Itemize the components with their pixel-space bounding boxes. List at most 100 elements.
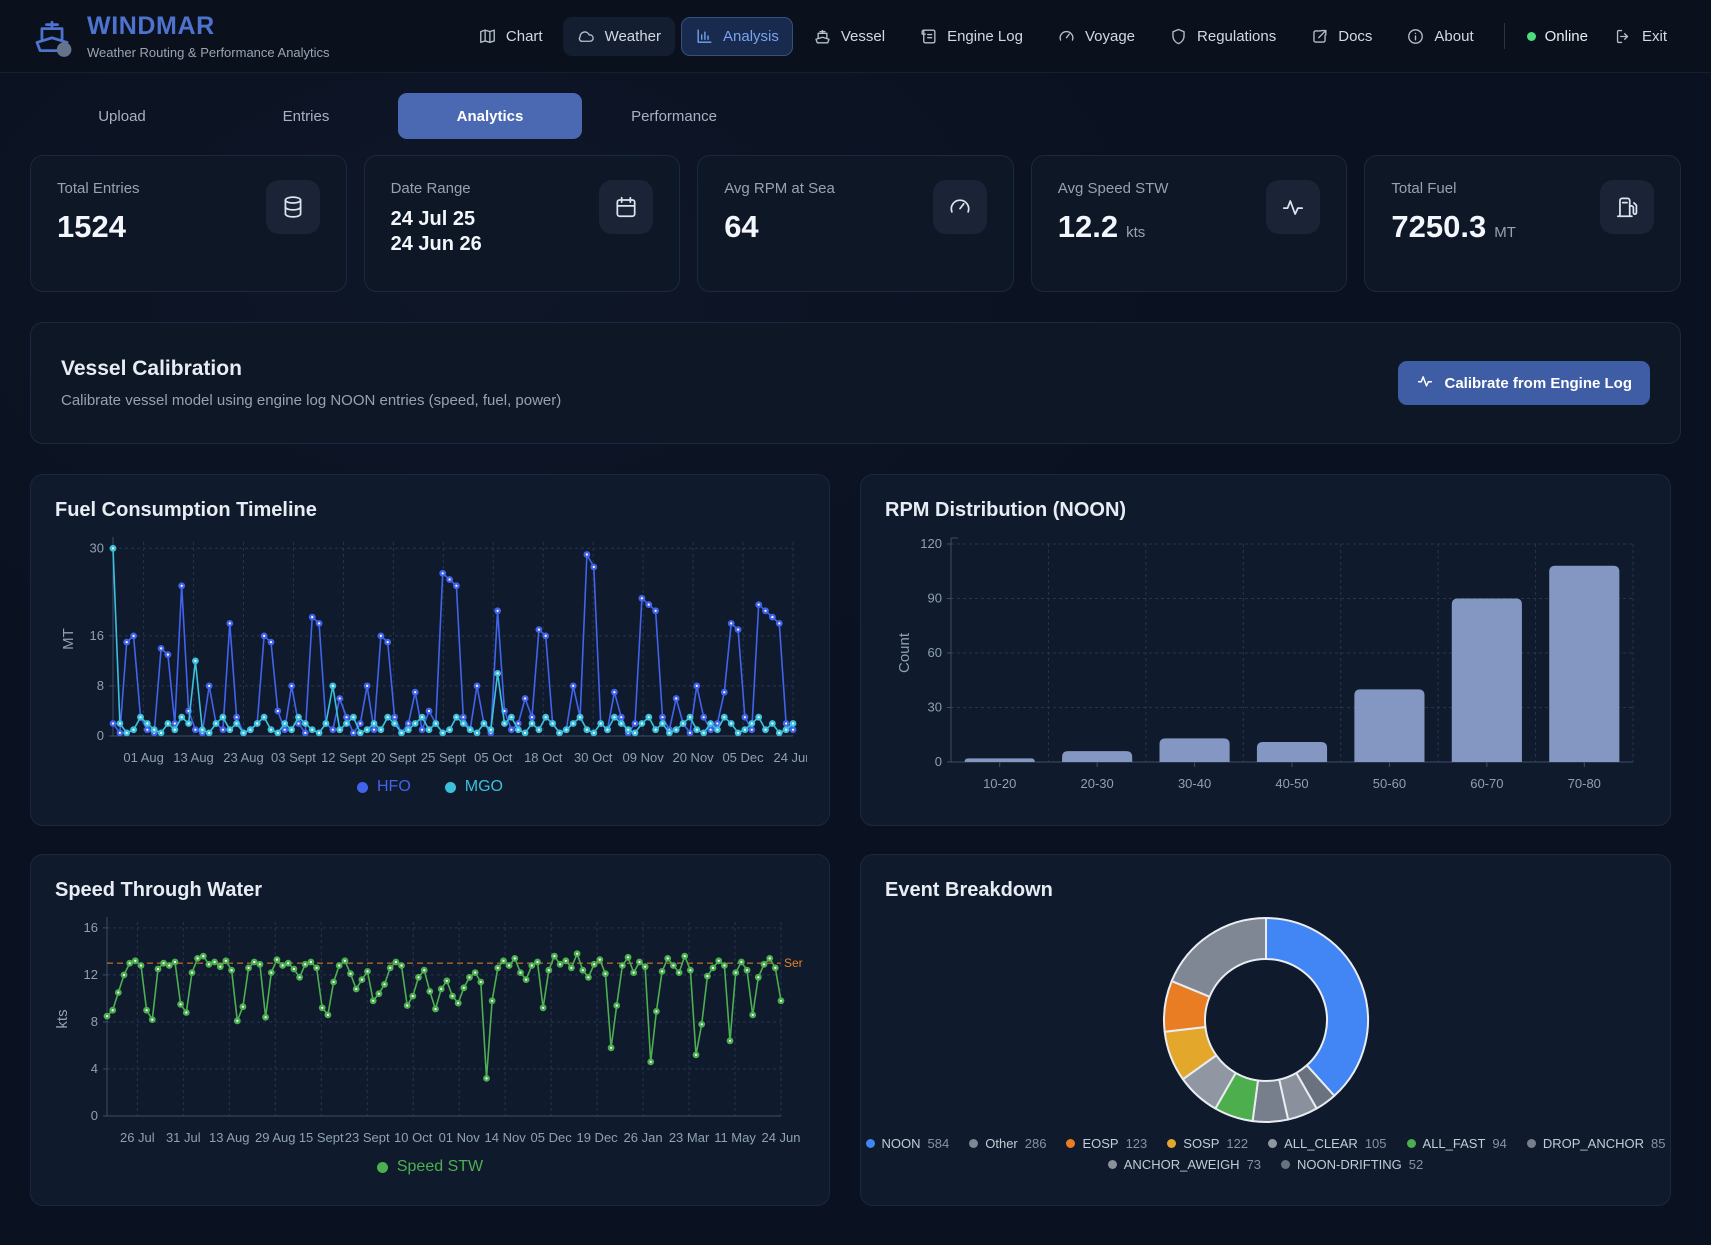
nav-item-vessel[interactable]: Vessel — [799, 17, 899, 56]
tab-analytics[interactable]: Analytics — [398, 93, 582, 139]
tab-entries[interactable]: Entries — [214, 93, 398, 139]
svg-text:120: 120 — [920, 536, 942, 551]
calibrate-from-engine-log-button[interactable]: Calibrate from Engine Log — [1398, 361, 1650, 405]
nav-item-engine-log[interactable]: Engine Log — [905, 17, 1037, 56]
stat-card-total-entries: Total Entries1524 — [30, 155, 347, 292]
stat-value: 7250.3MT — [1391, 209, 1516, 245]
fuel-chart-legend: HFO MGO — [55, 778, 805, 796]
nav-item-label: Docs — [1338, 28, 1372, 45]
main-nav: Chart Weather AnalysisVesselEngine LogVoya… — [464, 17, 1681, 56]
event-label: ALL_FAST — [1423, 1136, 1486, 1151]
svg-text:26 Jan: 26 Jan — [624, 1130, 663, 1145]
event-legend-item-all-fast[interactable]: ALL_FAST94 — [1407, 1136, 1507, 1151]
gauge-icon — [1057, 27, 1076, 46]
cloud-icon — [577, 27, 596, 46]
nav-item-label: Chart — [506, 28, 543, 45]
event-legend-item-eosp[interactable]: EOSP123 — [1066, 1136, 1147, 1151]
online-status-dot — [1527, 32, 1536, 41]
legend-item-hfo[interactable]: HFO — [357, 778, 411, 796]
event-label: DROP_ANCHOR — [1543, 1136, 1644, 1151]
nav-item-regulations[interactable]: Regulations — [1155, 17, 1290, 56]
event-legend-item-sosp[interactable]: SOSP 122 — [1167, 1136, 1248, 1151]
svg-text:0: 0 — [935, 754, 942, 769]
legend-dot — [1108, 1160, 1117, 1169]
event-legend-item-drop-anchor[interactable]: DROP_ANCHOR85 — [1527, 1136, 1666, 1151]
event-count: 286 — [1025, 1136, 1047, 1151]
nav-item-docs[interactable]: Docs — [1296, 17, 1386, 56]
stat-value: 24 Jul 2524 Jun 26 — [391, 207, 482, 257]
event-legend-item-all-clear[interactable]: ALL_CLEAR105 — [1268, 1136, 1386, 1151]
svg-text:60-70: 60-70 — [1470, 776, 1503, 791]
nav-item-label: Weather — [605, 28, 661, 45]
event-label: EOSP — [1082, 1136, 1118, 1151]
event-legend-item-noon[interactable]: NOON584 — [866, 1136, 950, 1151]
stat-unit: MT — [1494, 224, 1516, 241]
charts-grid: Fuel Consumption Timeline 01 Aug13 Aug23… — [30, 474, 1681, 1206]
svg-text:16: 16 — [90, 628, 104, 643]
svg-text:19 Dec: 19 Dec — [576, 1130, 618, 1145]
stat-card-total-fuel: Total Fuel7250.3MT — [1364, 155, 1681, 292]
svg-text:25 Sept: 25 Sept — [421, 750, 466, 765]
svg-text:90: 90 — [928, 591, 942, 606]
nav-item-voyage[interactable]: Voyage — [1043, 17, 1149, 56]
event-label: SOSP — [1183, 1136, 1219, 1151]
speed-chart-legend: Speed STW — [55, 1158, 805, 1176]
stat-label: Avg RPM at Sea — [724, 180, 835, 197]
legend-label: Speed STW — [397, 1158, 483, 1176]
nav-item-weather[interactable]: Weather — [563, 17, 675, 56]
svg-text:12: 12 — [84, 967, 98, 982]
nav-item-about[interactable]: About — [1392, 17, 1487, 56]
legend-dot — [445, 782, 456, 793]
event-count: 73 — [1247, 1157, 1261, 1172]
online-status-label: Online — [1545, 28, 1588, 45]
svg-text:Count: Count — [896, 632, 913, 673]
stat-label: Date Range — [391, 180, 482, 197]
legend-dot — [357, 782, 368, 793]
nav-item-analysis[interactable]: Analysis — [681, 17, 793, 56]
event-legend-item-anchor-aweigh[interactable]: ANCHOR_AWEIGH73 — [1108, 1157, 1261, 1172]
svg-text:50-60: 50-60 — [1373, 776, 1406, 791]
nav-item-exit[interactable]: Exit — [1600, 17, 1681, 56]
nav-divider — [1504, 23, 1505, 49]
stat-value: 12.2kts — [1058, 209, 1169, 245]
scroll-icon — [919, 27, 938, 46]
top-bar: WINDMAR Weather Routing & Performance An… — [0, 0, 1711, 73]
rpm-distribution-chart: 0306090120Count10-2020-3030-4040-5050-60… — [885, 534, 1646, 796]
event-legend-item-other[interactable]: Other286 — [969, 1136, 1046, 1151]
svg-text:29 Aug: 29 Aug — [255, 1130, 296, 1145]
nav-item-chart[interactable]: Chart — [464, 17, 557, 56]
event-breakdown-legend: NOON584Other286EOSP123SOSP122ALL_CLEAR10… — [885, 1136, 1646, 1172]
stat-icon-box — [933, 180, 987, 234]
svg-text:30: 30 — [928, 700, 942, 715]
tab-upload[interactable]: Upload — [30, 93, 214, 139]
svg-text:11 May: 11 May — [714, 1130, 756, 1145]
event-chart-title: Event Breakdown — [885, 879, 1646, 902]
svg-text:01 Aug: 01 Aug — [123, 750, 164, 765]
legend-item-speed-stw[interactable]: Speed STW — [377, 1158, 483, 1176]
legend-item-mgo[interactable]: MGO — [445, 778, 503, 796]
stat-icon-box — [266, 180, 320, 234]
svg-text:16: 16 — [84, 920, 98, 935]
calibration-text: Vessel Calibration Calibrate vessel mode… — [61, 357, 561, 409]
sub-tab-bar: UploadEntriesAnalyticsPerformance — [30, 93, 1681, 139]
svg-text:23 Sept: 23 Sept — [345, 1130, 390, 1145]
svg-text:13 Aug: 13 Aug — [209, 1130, 250, 1145]
fuel-consumption-chart: 01 Aug13 Aug23 Aug03 Sept12 Sept20 Sept2… — [55, 534, 805, 772]
speed-through-water-chart: 26 Jul31 Jul13 Aug29 Aug15 Sept23 Sept10… — [55, 914, 805, 1152]
event-legend-item-noon-drifting[interactable]: NOON-DRIFTING52 — [1281, 1157, 1423, 1172]
tab-performance[interactable]: Performance — [582, 93, 766, 139]
stat-text: Total Fuel7250.3MT — [1391, 180, 1516, 267]
calibrate-button-label: Calibrate from Engine Log — [1444, 375, 1632, 392]
stat-card-avg-speed-stw: Avg Speed STW12.2kts — [1031, 155, 1348, 292]
svg-text:kts: kts — [55, 1009, 71, 1028]
legend-dot — [1527, 1139, 1536, 1148]
stat-icon-box — [599, 180, 653, 234]
svg-text:01 Nov: 01 Nov — [439, 1130, 481, 1145]
windmar-logo-ship-icon — [30, 14, 74, 58]
bar-chart-icon — [695, 27, 714, 46]
svg-text:12 Sept: 12 Sept — [321, 750, 366, 765]
svg-text:20-30: 20-30 — [1081, 776, 1114, 791]
legend-dot — [1066, 1139, 1075, 1148]
event-count: 122 — [1226, 1136, 1248, 1151]
stat-unit: kts — [1126, 224, 1145, 241]
